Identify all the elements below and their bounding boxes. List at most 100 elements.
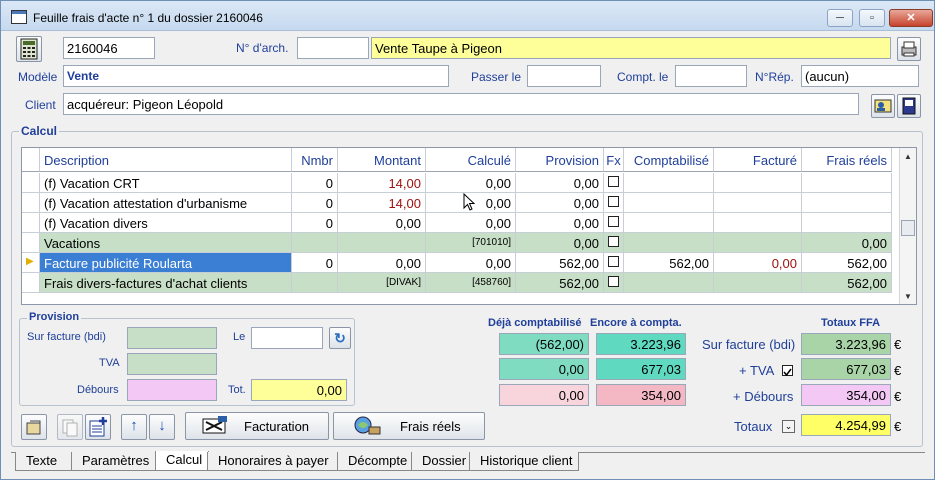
edit-icon[interactable] (21, 414, 47, 440)
cell-nmbr[interactable]: 0 (292, 173, 338, 193)
cell-provision[interactable]: 0,00 (516, 233, 604, 253)
print-icon[interactable] (897, 37, 921, 61)
tva-checkbox[interactable] (782, 365, 793, 377)
fx-checkbox[interactable] (608, 276, 619, 287)
fx-checkbox-cell[interactable] (604, 253, 624, 273)
cell-provision[interactable]: 0,00 (516, 213, 604, 233)
fx-checkbox-cell[interactable] (604, 233, 624, 253)
facturation-button[interactable]: Facturation (185, 412, 329, 440)
tab-calcul[interactable]: Calcul (155, 451, 209, 471)
fx-checkbox[interactable] (608, 216, 619, 227)
cell-montant[interactable]: 0,00 (338, 253, 426, 273)
cell-frais-reels[interactable] (802, 193, 892, 213)
table-row[interactable]: (f) Vacation attestation d'urbanisme 0 1… (22, 193, 900, 213)
cell-calcule[interactable]: 0,00 (426, 253, 516, 273)
cell-montant[interactable]: [DIVAK] (338, 273, 426, 293)
cell-comptabilise[interactable]: 562,00 (624, 253, 714, 273)
cell-description[interactable]: (f) Vacation CRT (40, 173, 292, 193)
cell-calcule[interactable]: [701010] (426, 233, 516, 253)
fx-checkbox[interactable] (608, 236, 619, 247)
cell-nmbr[interactable] (292, 273, 338, 293)
client-field[interactable]: acquéreur: Pigeon Léopold (63, 93, 859, 115)
contact-book-icon[interactable] (897, 94, 921, 118)
cell-frais-reels[interactable] (802, 173, 892, 193)
cell-description[interactable]: (f) Vacation attestation d'urbanisme (40, 193, 292, 213)
table-scrollbar[interactable]: ▲ ▼ (899, 148, 916, 304)
minimize-button[interactable]: ─ (827, 9, 853, 27)
cell-montant[interactable]: 0,00 (338, 213, 426, 233)
refresh-icon[interactable]: ↻ (329, 327, 351, 349)
fx-checkbox-cell[interactable] (604, 273, 624, 293)
cell-comptabilise[interactable] (624, 233, 714, 253)
compt-field[interactable] (675, 65, 747, 87)
tva-field[interactable] (127, 353, 217, 375)
cell-frais-reels[interactable] (802, 213, 892, 233)
cell-nmbr[interactable]: 0 (292, 213, 338, 233)
tab-historique-client[interactable]: Historique client (469, 452, 579, 471)
dossier-field[interactable]: 2160046 (63, 37, 155, 59)
cell-facture[interactable] (714, 273, 802, 293)
cell-comptabilise[interactable] (624, 213, 714, 233)
fx-checkbox-cell[interactable] (604, 213, 624, 233)
tab-decompte[interactable]: Décompte (337, 452, 413, 471)
cell-description[interactable]: Facture publicité Roularta (40, 253, 292, 273)
table-row[interactable]: (f) Vacation CRT 0 14,00 0,00 0,00 (22, 173, 900, 193)
col-provision[interactable]: Provision (516, 148, 604, 172)
scroll-thumb[interactable] (901, 220, 915, 236)
debours-field[interactable] (127, 379, 217, 401)
table-row-selected[interactable]: ▶ Facture publicité Roularta 0 0,00 0,00… (22, 253, 900, 273)
cell-calcule[interactable]: 0,00 (426, 213, 516, 233)
title-field[interactable]: Vente Taupe à Pigeon (371, 37, 891, 59)
cell-comptabilise[interactable] (624, 173, 714, 193)
col-calcule[interactable]: Calculé (426, 148, 516, 172)
cell-montant[interactable]: 14,00 (338, 193, 426, 213)
fx-checkbox-cell[interactable] (604, 173, 624, 193)
cell-frais-reels[interactable]: 0,00 (802, 233, 892, 253)
cell-provision[interactable]: 0,00 (516, 193, 604, 213)
cell-montant[interactable] (338, 233, 426, 253)
frais-reels-button[interactable]: Frais réels (333, 412, 485, 440)
cell-provision[interactable]: 562,00 (516, 253, 604, 273)
cell-facture[interactable] (714, 173, 802, 193)
col-frais-reels[interactable]: Frais réels (802, 148, 892, 172)
cell-comptabilise[interactable] (624, 273, 714, 293)
modele-field[interactable]: Vente (63, 65, 449, 87)
nrep-field[interactable]: (aucun) (801, 65, 919, 87)
cell-calcule[interactable]: [458760] (426, 273, 516, 293)
expand-totals-icon[interactable]: ⌄ (782, 420, 795, 433)
table-row-subtotal[interactable]: Frais divers-factures d'achat clients [D… (22, 273, 900, 293)
cell-frais-reels[interactable]: 562,00 (802, 273, 892, 293)
cell-facture[interactable]: 0,00 (714, 253, 802, 273)
copy-icon[interactable] (57, 414, 83, 440)
passer-field[interactable] (527, 65, 601, 87)
cell-facture[interactable] (714, 193, 802, 213)
cell-description[interactable]: Vacations (40, 233, 292, 253)
table-row[interactable]: (f) Vacation divers 0 0,00 0,00 0,00 (22, 213, 900, 233)
cell-frais-reels[interactable]: 562,00 (802, 253, 892, 273)
tab-honoraires[interactable]: Honoraires à payer (207, 452, 339, 471)
fx-checkbox-cell[interactable] (604, 193, 624, 213)
le-date-field[interactable] (251, 327, 323, 349)
add-line-icon[interactable] (85, 414, 111, 440)
col-description[interactable]: Description (40, 148, 292, 172)
cell-provision[interactable]: 0,00 (516, 173, 604, 193)
cell-description[interactable]: (f) Vacation divers (40, 213, 292, 233)
num-arch-field[interactable] (297, 37, 369, 59)
move-up-icon[interactable]: ↑ (121, 414, 147, 440)
tot-field[interactable]: 0,00 (251, 379, 347, 401)
fx-checkbox[interactable] (608, 256, 619, 267)
col-comptabilise[interactable]: Comptabilisé (624, 148, 714, 172)
cell-comptabilise[interactable] (624, 193, 714, 213)
calculator-icon[interactable] (16, 36, 42, 62)
cell-nmbr[interactable] (292, 233, 338, 253)
scroll-down-icon[interactable]: ▼ (904, 292, 912, 301)
col-montant[interactable]: Montant (338, 148, 426, 172)
maximize-button[interactable]: ▫ (859, 9, 885, 27)
cell-calcule[interactable]: 0,00 (426, 173, 516, 193)
tab-texte[interactable]: Texte (15, 452, 73, 471)
cell-facture[interactable] (714, 233, 802, 253)
scroll-up-icon[interactable]: ▲ (904, 152, 912, 161)
table-row-subtotal[interactable]: Vacations [701010] 0,00 0,00 (22, 233, 900, 253)
cell-nmbr[interactable]: 0 (292, 193, 338, 213)
fx-checkbox[interactable] (608, 196, 619, 207)
